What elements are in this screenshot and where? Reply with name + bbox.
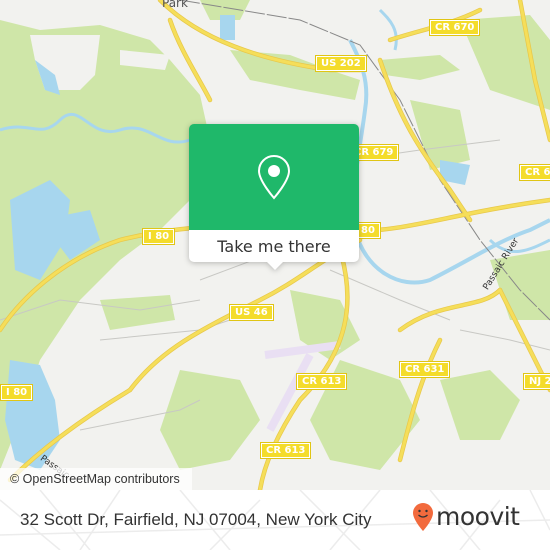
location-pin-icon (257, 154, 291, 200)
road-shield: CR 670 (428, 19, 481, 36)
place-label: Park (162, 0, 188, 10)
map-view[interactable]: Park CR 670 US 202 CR 679 CR 6 I 80 80 I… (0, 0, 550, 490)
location-popup[interactable]: Take me there (189, 124, 359, 270)
park-area (160, 370, 260, 470)
park-area (380, 55, 460, 80)
moovit-pin-icon (413, 503, 433, 531)
footer-bar: 32 Scott Dr, Fairfield, NJ 07004, New Yo… (0, 490, 550, 550)
moovit-wordmark: moovit (436, 502, 520, 531)
road-shield: CR 613 (259, 442, 312, 459)
map-attribution[interactable]: © OpenStreetMap contributors (0, 468, 192, 490)
water-body (5, 360, 60, 470)
road-shield: I 80 (141, 228, 176, 245)
road-cr631 (397, 287, 503, 333)
park-area (100, 295, 175, 330)
road-shield: 80 (355, 222, 381, 239)
road-shield: CR 613 (295, 373, 348, 390)
address-text: 32 Scott Dr, Fairfield, NJ 07004, New Yo… (20, 510, 372, 529)
water-body (220, 15, 235, 40)
road-shield: NJ 2 (523, 373, 550, 390)
road-shield: US 202 (315, 55, 367, 72)
park-area (410, 100, 470, 170)
road-shield: I 80 (0, 384, 34, 401)
road-shield: CR 6 (518, 164, 550, 181)
park-area (440, 370, 520, 440)
popup-header (189, 124, 359, 230)
take-me-there-button[interactable]: Take me there (189, 230, 359, 262)
road-shield: US 46 (229, 304, 274, 321)
popup-tail (267, 262, 283, 270)
river (378, 8, 398, 51)
moovit-logo[interactable]: moovit (412, 502, 520, 532)
road-shield: CR 631 (398, 361, 451, 378)
